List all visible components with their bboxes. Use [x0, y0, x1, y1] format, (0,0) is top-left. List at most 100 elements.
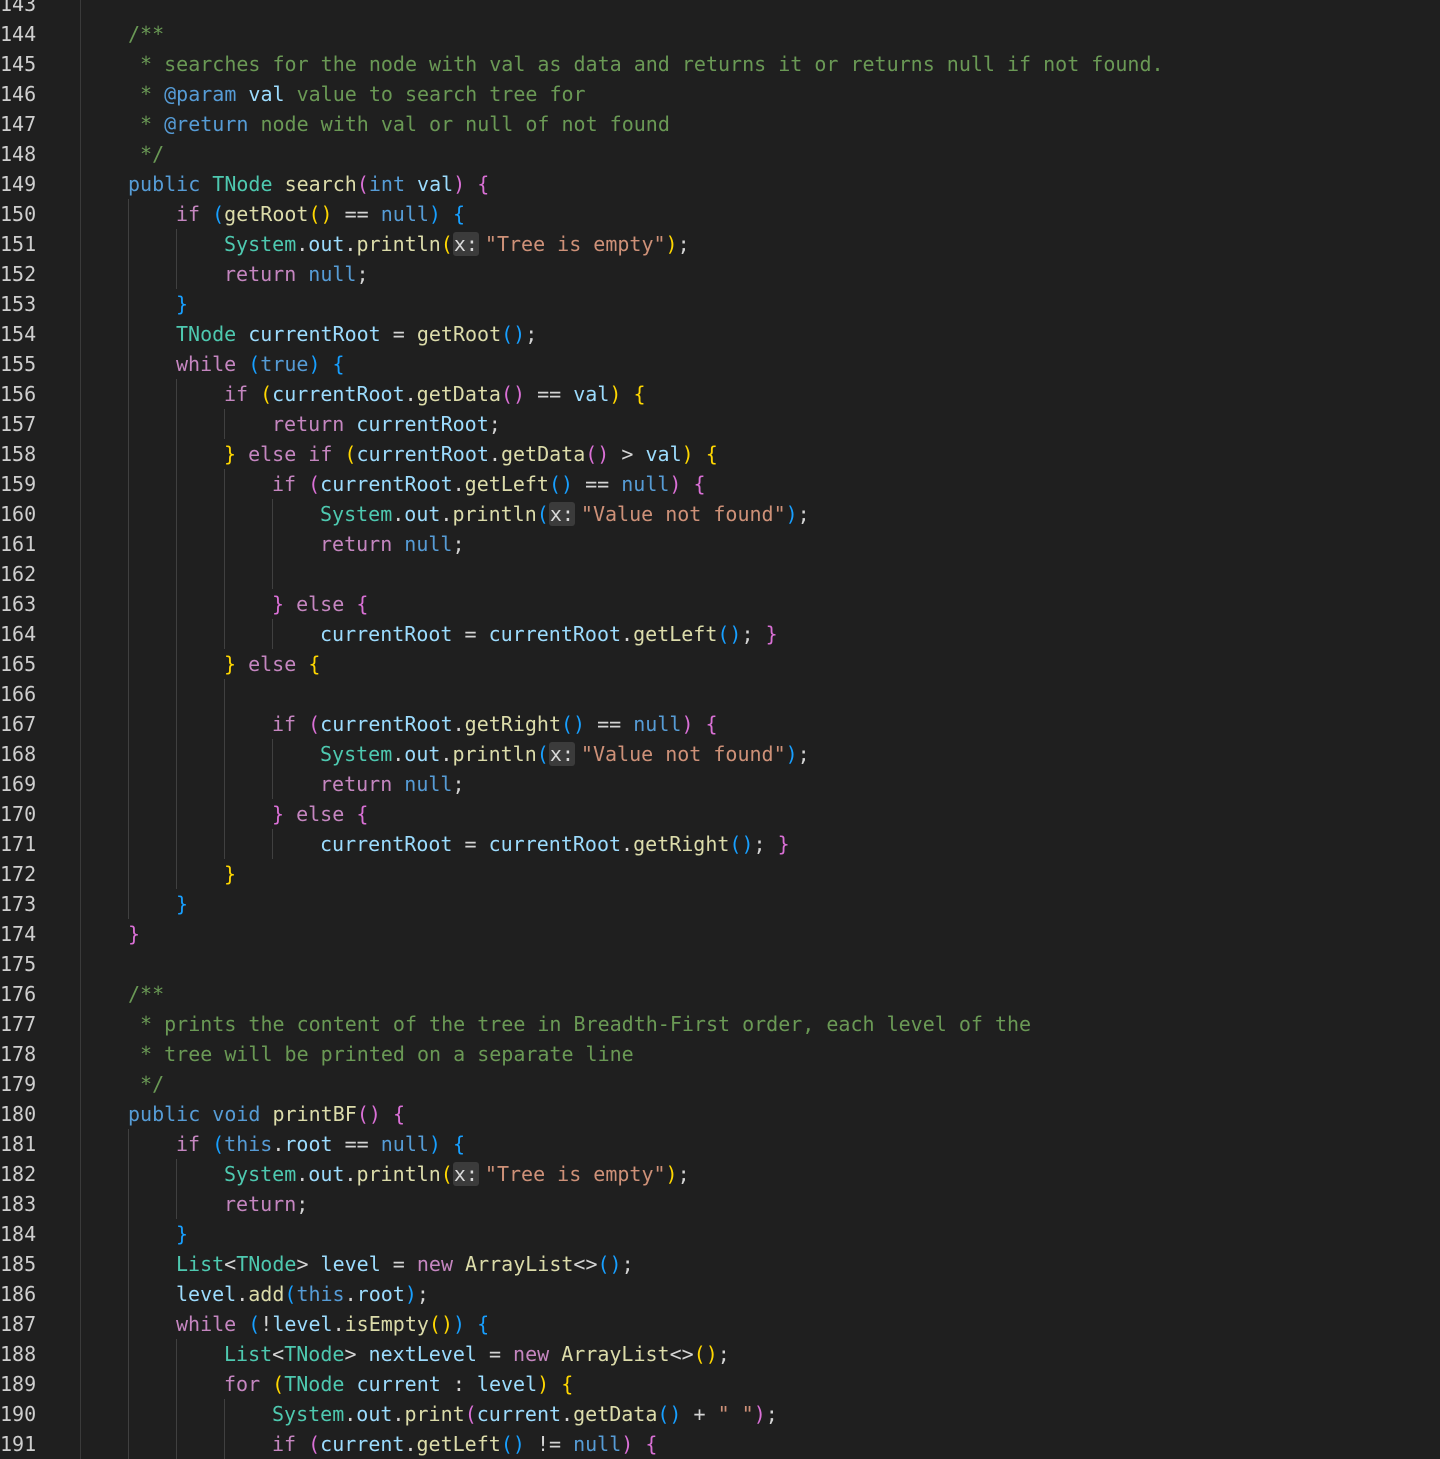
token-variable: root — [356, 1282, 405, 1306]
code-line[interactable]: 144 /** — [0, 19, 1440, 49]
token-keyword: public — [128, 1102, 213, 1126]
token-variable: currentRoot — [356, 442, 489, 466]
code-line[interactable]: 160 System.out.println(x: "Value not found… — [0, 499, 1440, 529]
token-plain: ! — [260, 1312, 273, 1336]
code-line[interactable]: 189 for (TNode current : level) { — [0, 1369, 1440, 1399]
token-comment: * searches for the node with val as data… — [128, 52, 1164, 76]
code-text: */ — [128, 1069, 164, 1099]
code-text: /** — [128, 979, 164, 1009]
gutter-divider — [80, 529, 81, 559]
code-line[interactable]: 173} — [0, 889, 1440, 919]
code-line[interactable]: 147 * @return node with val or null of n… — [0, 109, 1440, 139]
code-line[interactable]: 161 return null; — [0, 529, 1440, 559]
code-line[interactable]: 179 */ — [0, 1069, 1440, 1099]
code-line[interactable]: 171 currentRoot = currentRoot.getRight();… — [0, 829, 1440, 859]
code-line[interactable]: 165} else { — [0, 649, 1440, 679]
code-line[interactable]: 153} — [0, 289, 1440, 319]
code-line[interactable]: 185 List<TNode> level = new ArrayList<>()… — [0, 1249, 1440, 1279]
code-line[interactable]: 170} else { — [0, 799, 1440, 829]
indent-guide — [176, 1159, 177, 1189]
code-line[interactable]: 175 — [0, 949, 1440, 979]
code-line[interactable]: 146 * @param val value to search tree fo… — [0, 79, 1440, 109]
code-line[interactable]: 184} — [0, 1219, 1440, 1249]
code-line[interactable]: 150 if (getRoot() == null) { — [0, 199, 1440, 229]
code-line[interactable]: 180 public void printBF() { — [0, 1099, 1440, 1129]
code-line[interactable]: 167 if (currentRoot.getRight() == null) { — [0, 709, 1440, 739]
code-line[interactable]: 186 level.add(this.root); — [0, 1279, 1440, 1309]
token-bracket-gold: ( — [272, 1372, 285, 1396]
token-bracket-gold: ) — [537, 1372, 550, 1396]
code-text: System.out.println(x: "Tree is empty"); — [224, 229, 690, 259]
token-keyword: null — [308, 262, 357, 286]
code-line[interactable]: 157 return currentRoot; — [0, 409, 1440, 439]
code-line[interactable]: 148 */ — [0, 139, 1440, 169]
gutter-divider — [80, 1339, 81, 1369]
code-line[interactable]: 162 — [0, 559, 1440, 589]
gutter-divider — [80, 709, 81, 739]
code-line[interactable]: 159 if (currentRoot.getLeft() == null) { — [0, 469, 1440, 499]
token-comment: value to search tree for — [284, 82, 586, 106]
token-plain: . — [296, 232, 309, 256]
code-line[interactable]: 191 if (current.getLeft() != null) { — [0, 1429, 1440, 1459]
code-line[interactable]: 190 System.out.print(current.getData() + … — [0, 1399, 1440, 1429]
code-line[interactable]: 172} — [0, 859, 1440, 889]
indent-guide — [272, 559, 273, 589]
code-line[interactable]: 187 while (!level.isEmpty()) { — [0, 1309, 1440, 1339]
code-line[interactable]: 174} — [0, 919, 1440, 949]
token-bracket-gold: { — [549, 1372, 574, 1396]
code-line[interactable]: 178 * tree will be printed on a separate… — [0, 1039, 1440, 1069]
indent-guide — [224, 529, 225, 559]
code-line[interactable]: 181 if (this.root == null) { — [0, 1129, 1440, 1159]
code-line[interactable]: 168 System.out.println(x: "Value not found… — [0, 739, 1440, 769]
token-variable: val — [248, 82, 285, 106]
code-line[interactable]: 182 System.out.println(x: "Tree is empty")… — [0, 1159, 1440, 1189]
code-line[interactable]: 156 if (currentRoot.getData() == val) { — [0, 379, 1440, 409]
code-line[interactable]: 151 System.out.println(x: "Tree is empty")… — [0, 229, 1440, 259]
line-number: 160 — [0, 502, 37, 526]
token-bracket-blue: () — [561, 712, 586, 736]
line-number: 187 — [0, 1312, 37, 1336]
code-line[interactable]: 163} else { — [0, 589, 1440, 619]
indent-guide — [224, 1399, 225, 1429]
gutter-divider — [80, 1219, 81, 1249]
code-line[interactable]: 166 — [0, 679, 1440, 709]
token-plain: <> — [573, 1252, 598, 1276]
gutter-divider — [80, 679, 81, 709]
code-line[interactable]: 152 return null; — [0, 259, 1440, 289]
token-bracket-blue: ) — [785, 502, 798, 526]
line-number: 158 — [0, 442, 37, 466]
code-text: return currentRoot; — [272, 409, 501, 439]
code-line[interactable]: 154 TNode currentRoot = getRoot(); — [0, 319, 1440, 349]
token-type: TNode — [284, 1372, 345, 1396]
token-bracket-blue: () — [500, 1432, 525, 1456]
token-keyword: null — [404, 772, 453, 796]
token-bracket-pink: () — [500, 382, 526, 406]
token-function: println — [356, 1162, 441, 1186]
token-bracket-gold: { — [693, 442, 718, 466]
line-number: 178 — [0, 1042, 37, 1066]
code-line[interactable]: 183 return; — [0, 1189, 1440, 1219]
indent-guide — [128, 199, 129, 229]
code-line[interactable]: 177 * prints the content of the tree in … — [0, 1009, 1440, 1039]
token-bracket-blue: { — [440, 202, 466, 226]
line-number: 163 — [0, 592, 37, 616]
token-bracket-blue: () — [657, 1402, 682, 1426]
code-line[interactable]: 155 while (true) { — [0, 349, 1440, 379]
code-editor[interactable]: 143 144 /** 145 * searches for the node wit… — [0, 0, 1440, 1459]
code-line[interactable]: 176 /** — [0, 979, 1440, 1009]
code-line[interactable]: 149 public TNode search(int val) { — [0, 169, 1440, 199]
token-bracket-pink: { — [356, 802, 369, 826]
token-keyword-control: if — [176, 1132, 213, 1156]
token-type: System — [320, 502, 393, 526]
indent-guide — [128, 859, 129, 889]
code-line[interactable]: 143 — [0, 0, 1440, 19]
indent-guide — [176, 859, 177, 889]
code-line[interactable]: 164 currentRoot = currentRoot.getLeft(); … — [0, 619, 1440, 649]
line-number: 154 — [0, 322, 37, 346]
code-line[interactable]: 158} else if (currentRoot.getData() > va… — [0, 439, 1440, 469]
code-line[interactable]: 188 List<TNode> nextLevel = new ArrayList… — [0, 1339, 1440, 1369]
code-line[interactable]: 169 return null; — [0, 769, 1440, 799]
code-line[interactable]: 145 * searches for the node with val as … — [0, 49, 1440, 79]
token-bracket-blue: ( — [248, 352, 261, 376]
token-type: TNode — [236, 1252, 297, 1276]
